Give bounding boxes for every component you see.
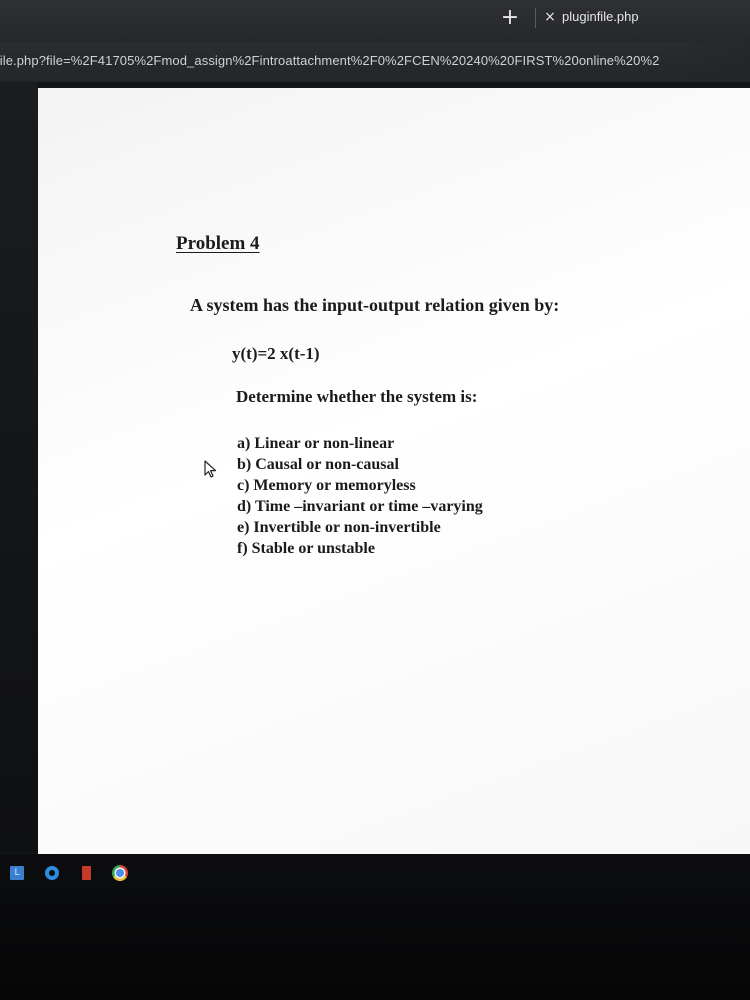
option-item-a: a) Linear or non-linear bbox=[237, 435, 395, 452]
viewer-left-margin bbox=[0, 82, 38, 852]
address-bar[interactable]: file.php?file=%2F41705%2Fmod_assign%2Fin… bbox=[0, 42, 750, 82]
document-content: Problem 4 A system has the input-output … bbox=[38, 88, 750, 854]
chrome-icon[interactable] bbox=[112, 865, 128, 881]
edge-icon[interactable] bbox=[45, 866, 59, 880]
option-item-b: b) Causal or non-causal bbox=[237, 456, 399, 473]
equation: y(t)=2 x(t-1) bbox=[232, 344, 320, 363]
option-item-c: c) Memory or memoryless bbox=[237, 477, 416, 494]
option-item-e: e) Invertible or non-invertible bbox=[237, 519, 441, 536]
problem-statement: A system has the input-output relation g… bbox=[190, 295, 560, 315]
pdf-page: Problem 4 A system has the input-output … bbox=[38, 88, 750, 854]
taskbar: L bbox=[0, 854, 750, 1000]
question-text: Determine whether the system is: bbox=[236, 387, 478, 406]
url-text[interactable]: file.php?file=%2F41705%2Fmod_assign%2Fin… bbox=[0, 53, 659, 68]
option-item-d: d) Time –invariant or time –varying bbox=[237, 498, 483, 515]
tab-title[interactable]: pluginfile.php bbox=[562, 8, 639, 26]
mouse-pointer-icon bbox=[204, 460, 217, 478]
problem-title: Problem 4 bbox=[176, 233, 260, 254]
option-item-f: f) Stable or unstable bbox=[237, 540, 375, 557]
tab-separator bbox=[535, 8, 536, 28]
options-list: a) Linear or non-linear b) Causal or non… bbox=[237, 433, 483, 559]
close-tab-icon[interactable]: × bbox=[542, 8, 558, 26]
office-icon[interactable] bbox=[82, 866, 91, 880]
new-tab-button[interactable]: + bbox=[498, 4, 522, 32]
word-icon[interactable]: L bbox=[10, 866, 24, 880]
browser-tab-strip: + × pluginfile.php bbox=[0, 0, 750, 42]
url-fade-overlay bbox=[660, 42, 750, 82]
